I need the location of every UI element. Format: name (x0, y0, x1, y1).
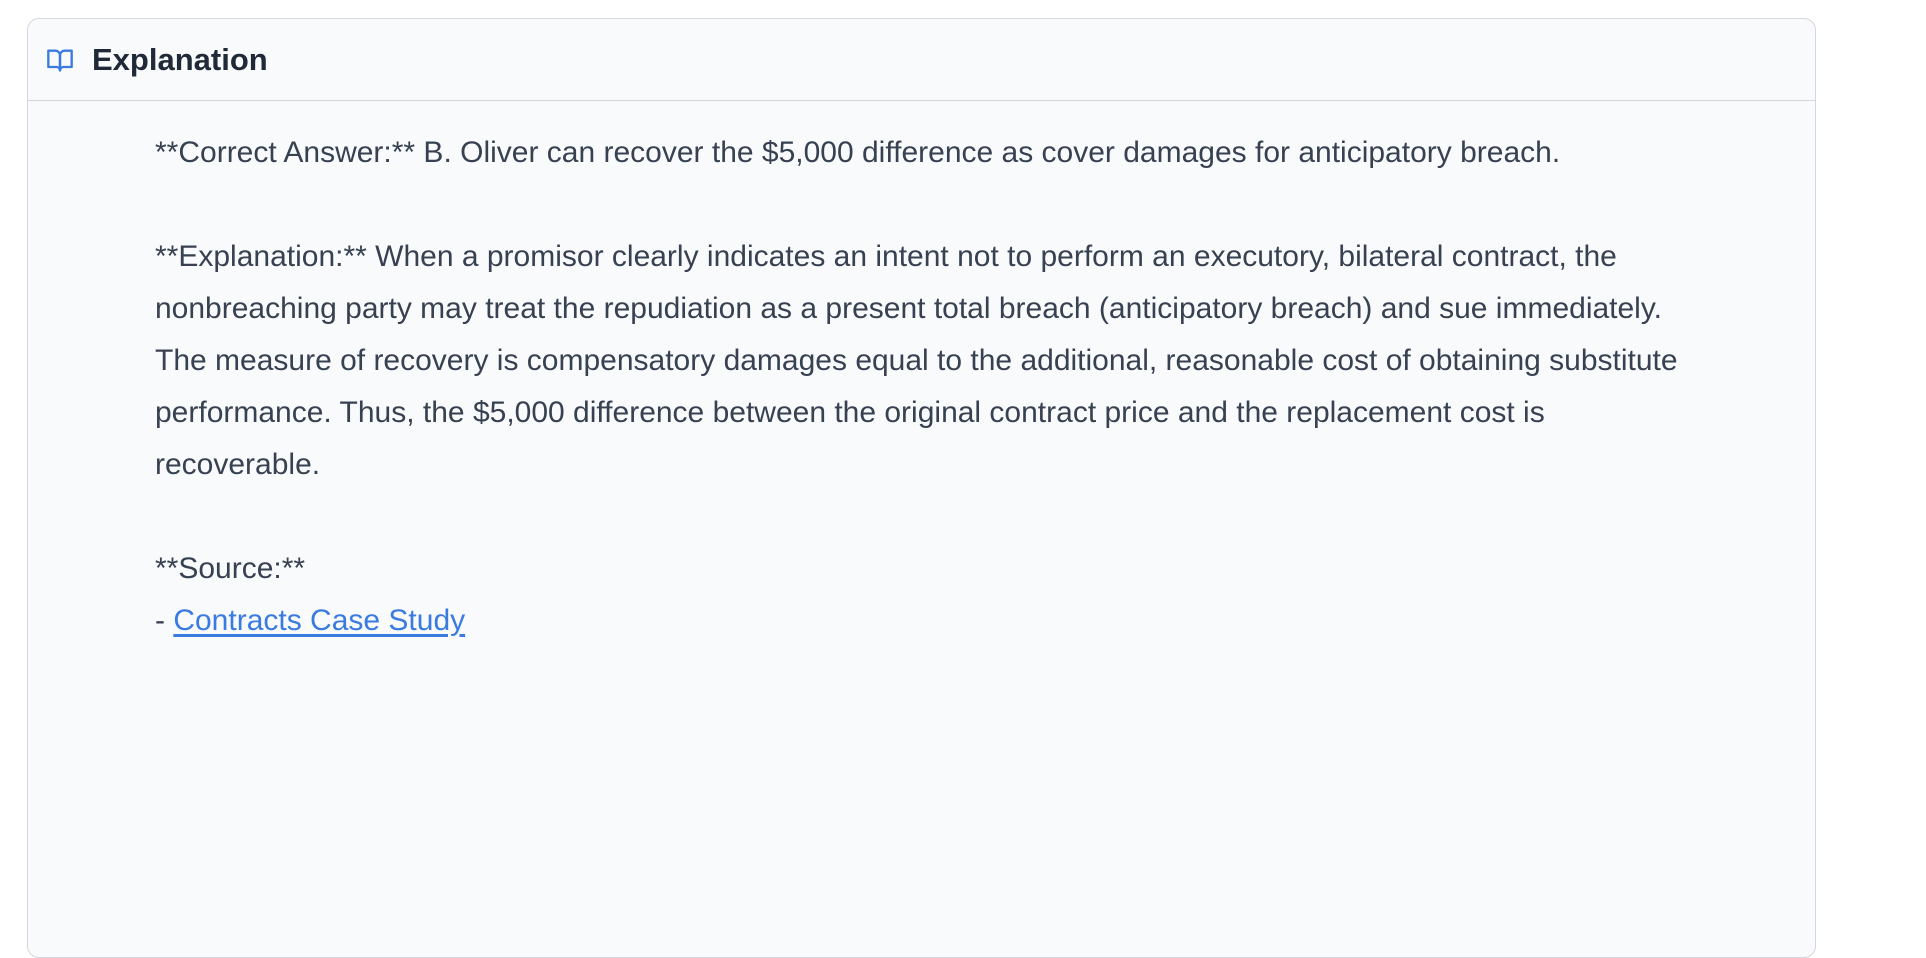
panel-title: Explanation (92, 41, 268, 77)
book-open-icon (45, 45, 75, 75)
source-link[interactable]: Contracts Case Study (173, 604, 465, 637)
source-item: - Contracts Case Study (155, 595, 1705, 647)
panel-header: Explanation (28, 19, 1815, 101)
source-heading: **Source:** (155, 552, 306, 585)
source-bullet: - (155, 604, 174, 637)
panel-body: **Correct Answer:** B. Oliver can recove… (28, 101, 1815, 647)
explanation-panel: Explanation **Correct Answer:** B. Olive… (27, 18, 1816, 958)
explanation-text: **Explanation:** When a promisor clearly… (155, 240, 1678, 481)
correct-answer-text: **Correct Answer:** B. Oliver can recove… (155, 136, 1561, 169)
